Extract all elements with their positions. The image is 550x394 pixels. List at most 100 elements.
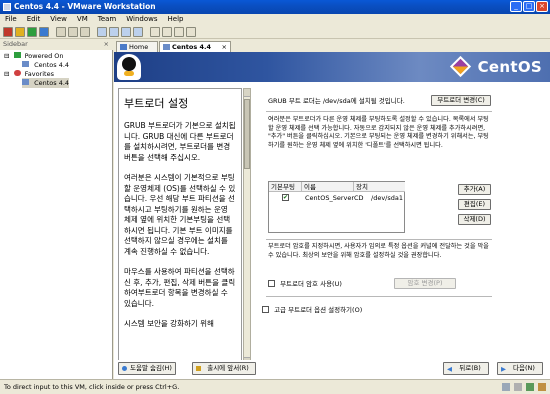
menu-windows[interactable]: Windows	[121, 14, 162, 25]
home-icon	[120, 44, 127, 50]
add-button[interactable]: 추가(A)	[458, 184, 491, 195]
vm-icon	[22, 79, 29, 85]
hide-help-button[interactable]: 도움말 숨김(H)	[118, 362, 176, 375]
help-paragraph: GRUB 부트로더가 기본으로 설치됩니다. GRUB 대신에 다른 부트로더를…	[124, 121, 236, 162]
window-title: Centos 4.4 - VMware Workstation	[14, 2, 156, 11]
hide-help-label: 도움말 숨김(H)	[130, 364, 172, 372]
menu-file[interactable]: File	[0, 14, 22, 25]
hard-disk-icon[interactable]	[502, 383, 510, 391]
menu-team[interactable]: Team	[93, 14, 122, 25]
appliance-view-icon[interactable]	[162, 27, 172, 37]
fullscreen-icon[interactable]	[121, 27, 131, 37]
release-notes-label: 출시에 앞서(R)	[207, 364, 249, 372]
next-button[interactable]: ▶ 다음(N)	[497, 362, 543, 375]
back-button[interactable]: ◀ 뒤로(B)	[443, 362, 489, 375]
sidebar-toggle-icon[interactable]	[97, 27, 107, 37]
os-name-cell: CentOS_ServerCD	[305, 194, 364, 202]
vm-icon	[163, 44, 170, 50]
snapshot-icon[interactable]	[56, 27, 66, 37]
close-button[interactable]: ×	[536, 1, 548, 12]
help-panel: 부트로더 설정 GRUB 부트로더가 기본으로 설치됩니다. GRUB 대신에 …	[118, 88, 242, 366]
release-notes-button[interactable]: 출시에 앞서(R)	[192, 362, 256, 375]
tab-home-label: Home	[129, 43, 149, 51]
change-password-button[interactable]: 암호 변경(P)	[394, 278, 456, 289]
table-row[interactable]: ✔ CentOS_ServerCD /dev/sda1	[269, 193, 404, 203]
menu-bar: File Edit View VM Team Windows Help	[0, 14, 550, 25]
power-off-icon[interactable]	[3, 27, 13, 37]
column-header-name[interactable]: 이름	[302, 182, 354, 192]
use-password-checkbox[interactable]	[268, 280, 275, 287]
tree-item-label: Centos 4.4	[34, 61, 70, 69]
reset-icon[interactable]	[39, 27, 49, 37]
maximize-button[interactable]: □	[523, 1, 535, 12]
close-icon[interactable]: ×	[104, 39, 109, 50]
favorites-icon	[13, 70, 21, 76]
help-icon	[122, 366, 127, 371]
close-tab-icon[interactable]: ×	[222, 42, 227, 52]
network-icon[interactable]	[526, 383, 534, 391]
installer-header: CentOS	[114, 52, 550, 82]
help-paragraph: 시스템 보안을 강화하기 위해	[124, 319, 214, 328]
menu-vm[interactable]: VM	[72, 14, 93, 25]
unity-icon[interactable]	[186, 27, 196, 37]
status-bar: To direct input to this VM, click inside…	[0, 379, 550, 394]
column-header-device[interactable]: 장치	[354, 182, 405, 192]
quick-switch-icon[interactable]	[133, 27, 143, 37]
menu-edit[interactable]: Edit	[22, 14, 46, 25]
device-cell: /dev/sda1	[371, 194, 403, 202]
use-password-label: 부트로더 암호 사용(U)	[280, 280, 342, 288]
boot-os-table[interactable]: 기본부팅 이름 장치 ✔ CentOS_ServerCD /dev/sda1	[268, 181, 405, 233]
tree-group-label: Powered On	[24, 52, 64, 60]
menu-help[interactable]: Help	[163, 14, 189, 25]
tab-vm-label: Centos 4.4	[172, 43, 212, 51]
status-text: To direct input to this VM, click inside…	[4, 383, 180, 391]
divider	[266, 296, 492, 297]
help-scrollbar[interactable]	[243, 88, 251, 366]
sidebar-header: Sidebar ×	[0, 39, 113, 50]
divider	[266, 239, 492, 240]
advanced-options-checkbox[interactable]	[262, 306, 269, 313]
advanced-options[interactable]: 고급 부트로더 옵션 설정하기(O)	[262, 305, 362, 315]
cdrom-icon[interactable]	[514, 383, 522, 391]
change-bootloader-button[interactable]: 부트로더 변경(C)	[431, 95, 491, 106]
column-header-default[interactable]: 기본부팅	[269, 182, 302, 192]
minimize-button[interactable]: _	[510, 1, 522, 12]
usb-icon[interactable]	[538, 383, 546, 391]
tree-group-label: Favorites	[24, 70, 54, 78]
bootloader-description: 여러분은 부트로더가 다른 운영 체제를 부팅하도록 설정할 수 있습니다. 목…	[268, 116, 489, 149]
vm-icon	[22, 61, 29, 67]
suspend-icon[interactable]	[15, 27, 25, 37]
help-paragraph: 마우스를 사용하여 파티션을 선택하신 후, 추가, 편집, 삭제 버튼을 클릭…	[124, 267, 236, 308]
menu-view[interactable]: View	[45, 14, 72, 25]
tree-item-label: Centos 4.4	[34, 79, 70, 87]
window-title-bar: Centos 4.4 - VMware Workstation	[0, 0, 550, 14]
tab-vm[interactable]: Centos 4.4 ×	[159, 41, 231, 52]
sidebar	[0, 39, 113, 379]
console-icon[interactable]	[109, 27, 119, 37]
tree-item-centos-selected[interactable]: Centos 4.4	[22, 78, 70, 88]
snapshot-manager-icon[interactable]	[80, 27, 90, 37]
back-label: 뒤로(B)	[459, 364, 481, 372]
edit-button[interactable]: 편집(E)	[458, 199, 491, 210]
tab-home[interactable]: Home	[116, 41, 158, 52]
delete-button[interactable]: 삭제(D)	[458, 214, 491, 225]
advanced-options-label: 고급 부트로더 옵션 설정하기(O)	[274, 306, 363, 314]
collapse-icon[interactable]: ⊟	[4, 70, 9, 78]
revert-icon[interactable]	[68, 27, 78, 37]
help-paragraph: 여러분은 시스템이 기본적으로 부팅할 운영체제 (OS)를 선택하실 수 있습…	[124, 173, 236, 256]
collapse-icon[interactable]: ⊟	[4, 52, 9, 60]
centos-logo-icon	[449, 55, 472, 78]
use-password-option[interactable]: 부트로더 암호 사용(U)	[268, 279, 342, 289]
grub-location-text: GRUB 부트 로더는 /dev/sda에 설치될 것입니다.	[268, 97, 405, 105]
back-arrow-icon: ◀	[447, 365, 452, 373]
sidebar-title: Sidebar	[3, 40, 28, 48]
divider	[266, 111, 492, 112]
console-view-icon[interactable]	[174, 27, 184, 37]
toolbar	[0, 25, 550, 39]
next-arrow-icon: ▶	[501, 365, 506, 373]
centos-logo-text: CentOS	[477, 58, 542, 76]
power-on-icon[interactable]	[27, 27, 37, 37]
tux-penguin-icon	[117, 54, 141, 80]
summary-view-icon[interactable]	[150, 27, 160, 37]
default-boot-checkbox[interactable]: ✔	[282, 194, 289, 201]
